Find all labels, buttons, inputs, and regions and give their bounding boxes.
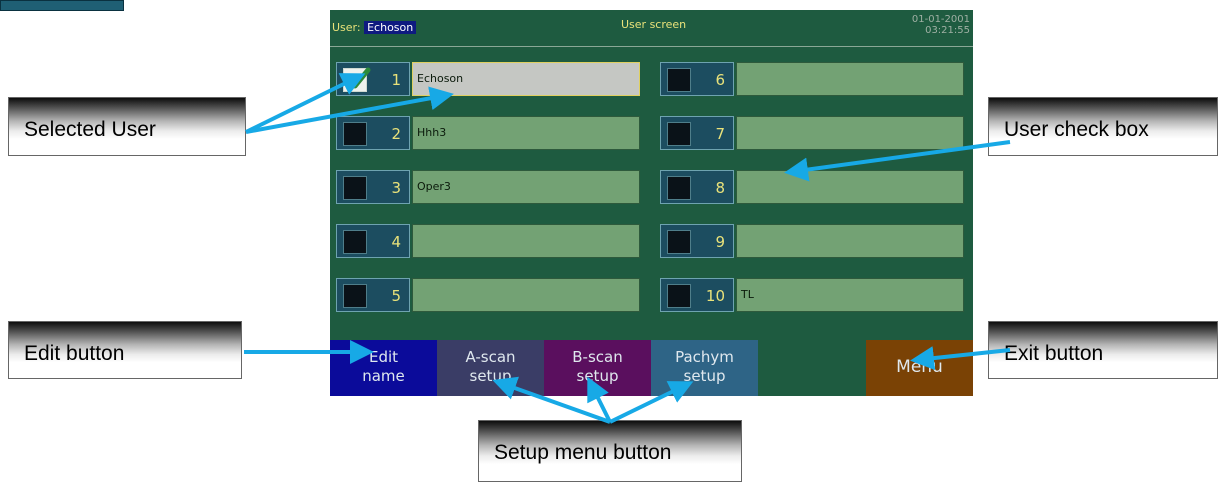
arrow-user-check-box <box>784 140 1011 182</box>
arrow-pachym-setup <box>609 381 694 424</box>
arrow-selected-checkbox <box>245 73 366 134</box>
pointer-arrows <box>244 73 1011 424</box>
arrow-selected-name <box>245 86 454 134</box>
arrow-exit-button <box>910 346 1011 371</box>
